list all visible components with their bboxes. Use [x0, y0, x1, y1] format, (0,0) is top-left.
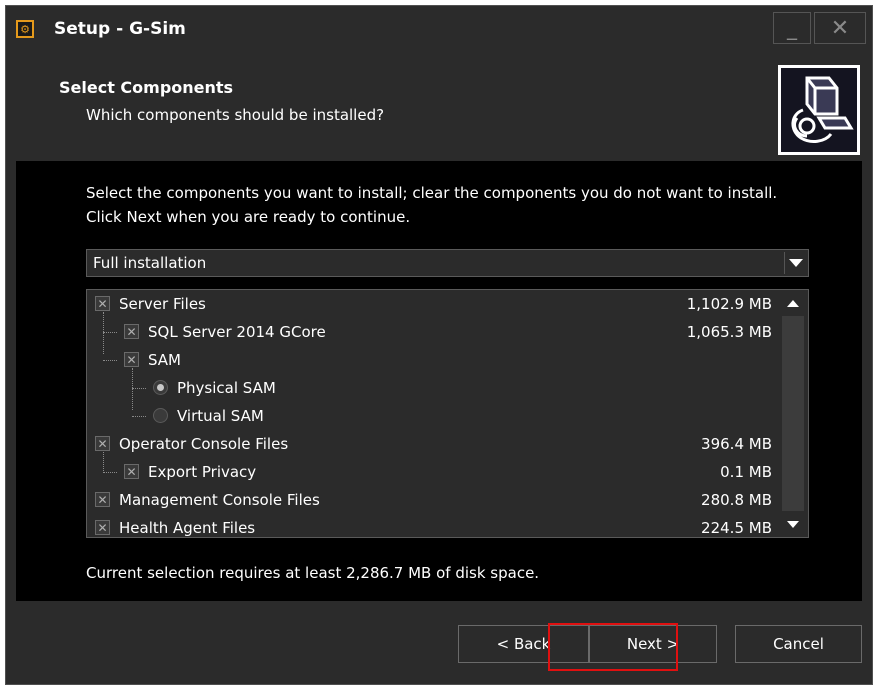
highlight-box	[548, 623, 678, 671]
list-scrollbar[interactable]	[778, 290, 808, 537]
component-row-management-console[interactable]: ✕ Management Console Files 280.8 MB	[87, 486, 777, 514]
component-label: Management Console Files	[119, 491, 320, 509]
install-type-dropdown[interactable]: Full installation	[86, 249, 809, 277]
checkbox-icon[interactable]: ✕	[95, 296, 110, 311]
page-heading: Select Components	[59, 78, 234, 97]
component-label: Server Files	[119, 295, 206, 313]
component-size: 224.5 MB	[701, 519, 772, 537]
checkbox-icon[interactable]: ✕	[124, 464, 139, 479]
scroll-up-icon[interactable]	[782, 292, 804, 314]
minimize-button[interactable]: _	[773, 12, 811, 44]
title-bar[interactable]: ⚙ Setup - G-Sim _ ✕	[6, 6, 872, 62]
chevron-down-icon[interactable]	[784, 252, 806, 274]
component-row-operator-console[interactable]: ✕ Operator Console Files 396.4 MB	[87, 430, 777, 458]
component-size: 280.8 MB	[701, 491, 772, 509]
component-size: 0.1 MB	[720, 463, 772, 481]
install-type-value: Full installation	[93, 254, 207, 272]
component-row-export-privacy[interactable]: ✕ Export Privacy 0.1 MB	[87, 458, 777, 486]
checkbox-icon[interactable]: ✕	[124, 352, 139, 367]
component-label: Virtual SAM	[177, 407, 264, 425]
page-subheading: Which components should be installed?	[86, 106, 385, 124]
component-label: Health Agent Files	[119, 519, 256, 537]
component-row-physical-sam[interactable]: Physical SAM	[87, 374, 777, 402]
setup-window: ⚙ Setup - G-Sim _ ✕ Select Components Wh…	[5, 5, 873, 685]
disk-space-text: Current selection requires at least 2,28…	[86, 564, 540, 582]
content-panel: Select the components you want to instal…	[16, 161, 862, 601]
scroll-down-icon[interactable]	[782, 513, 804, 535]
component-size: 1,102.9 MB	[686, 295, 772, 313]
component-row-virtual-sam[interactable]: Virtual SAM	[87, 402, 777, 430]
component-label: SAM	[148, 351, 182, 369]
component-size: 396.4 MB	[701, 435, 772, 453]
component-label: Operator Console Files	[119, 435, 289, 453]
radio-unselected-icon[interactable]	[153, 408, 168, 423]
checkbox-icon[interactable]: ✕	[95, 436, 110, 451]
components-list[interactable]: ✕ Server Files 1,102.9 MB ✕ SQL Server 2…	[86, 289, 809, 538]
component-row-server-files[interactable]: ✕ Server Files 1,102.9 MB	[87, 290, 777, 318]
radio-selected-icon[interactable]	[153, 380, 168, 395]
component-size: 1,065.3 MB	[686, 323, 772, 341]
scroll-thumb[interactable]	[782, 316, 804, 511]
component-row-health-agent[interactable]: ✕ Health Agent Files 224.5 MB	[87, 514, 777, 537]
close-button[interactable]: ✕	[814, 12, 866, 44]
component-row-sql-server[interactable]: ✕ SQL Server 2014 GCore 1,065.3 MB	[87, 318, 777, 346]
window-title: Setup - G-Sim	[54, 19, 186, 39]
checkbox-icon[interactable]: ✕	[95, 520, 110, 535]
checkbox-icon[interactable]: ✕	[95, 492, 110, 507]
component-label: Physical SAM	[177, 379, 276, 397]
instructions-text: Select the components you want to instal…	[86, 184, 778, 226]
component-label: Export Privacy	[148, 463, 257, 481]
computer-install-icon	[778, 65, 860, 155]
cancel-button[interactable]: Cancel	[735, 625, 862, 663]
checkbox-icon[interactable]: ✕	[124, 324, 139, 339]
computer-install-graphic	[781, 68, 857, 152]
component-label: SQL Server 2014 GCore	[148, 323, 326, 341]
component-row-sam[interactable]: ✕ SAM	[87, 346, 777, 374]
setup-gear-icon: ⚙	[16, 20, 34, 38]
